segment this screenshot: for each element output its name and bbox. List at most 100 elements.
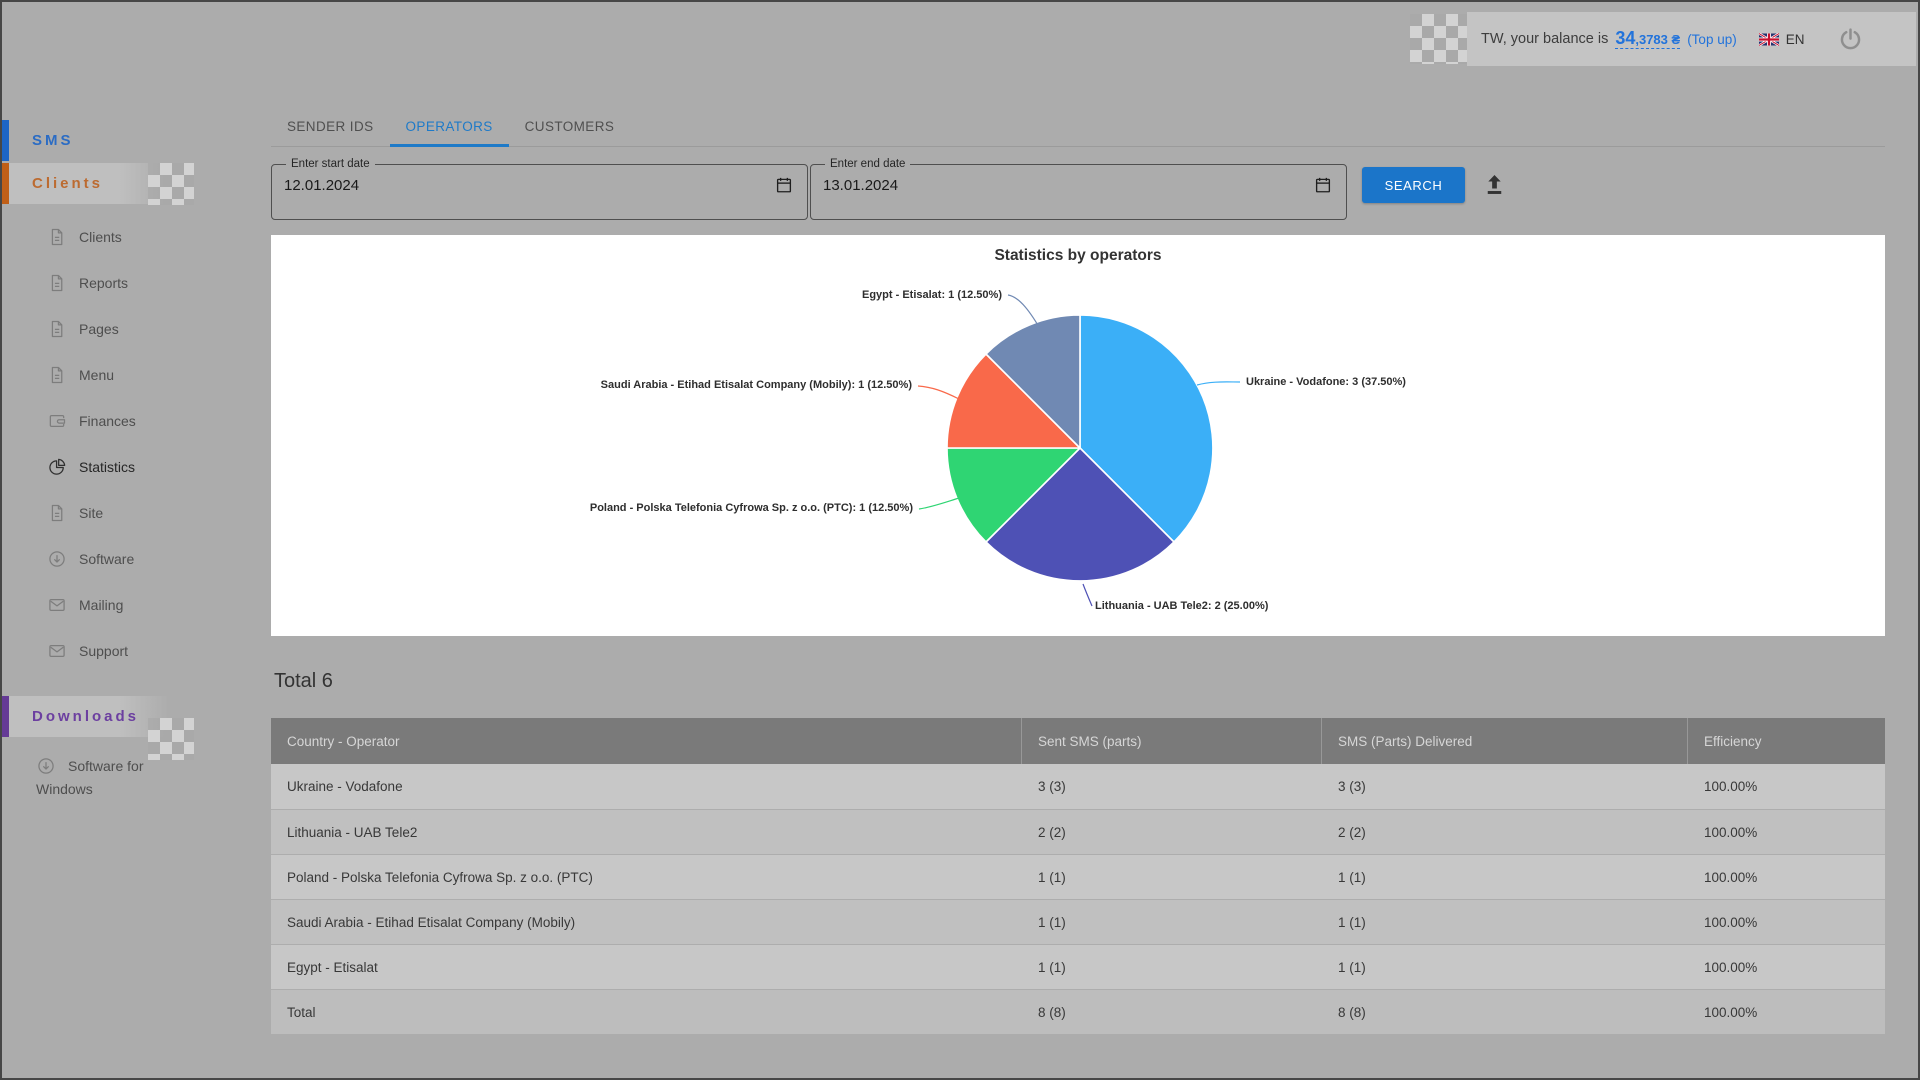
- cell-sent: 1 (1): [1022, 945, 1322, 989]
- sidebar-section-sms[interactable]: SMS: [2, 120, 271, 161]
- envelope-icon: [47, 641, 67, 661]
- start-date-label: Enter start date: [286, 158, 375, 170]
- cell-delivered: 2 (2): [1322, 810, 1688, 854]
- leader-line-ukraine: [1197, 382, 1240, 385]
- pie-label-lithuania: Lithuania - UAB Tele2: 2 (25.00%): [1095, 600, 1268, 612]
- pie-chart-icon: [47, 457, 67, 477]
- tab-operators[interactable]: OPERATORS: [390, 110, 509, 147]
- calendar-icon[interactable]: [775, 176, 793, 194]
- sidebar-item-label: Software: [79, 551, 134, 567]
- document-icon: [47, 227, 67, 247]
- tab-customers[interactable]: CUSTOMERS: [509, 110, 631, 147]
- section-indicator-bar: [2, 163, 9, 204]
- sidebar-item-statistics[interactable]: Statistics: [2, 444, 271, 490]
- cell-sent: 3 (3): [1022, 764, 1322, 809]
- operators-table: Country - Operator Sent SMS (parts) SMS …: [271, 718, 1885, 1034]
- sidebar-section-clients[interactable]: Clients: [2, 163, 271, 204]
- cell-delivered: 1 (1): [1322, 945, 1688, 989]
- column-header: SMS (Parts) Delivered: [1322, 718, 1688, 764]
- document-icon: [47, 319, 67, 339]
- filter-bar: Enter start date 12.01.2024 Enter end da…: [271, 158, 1885, 220]
- download-circle-icon: [36, 756, 56, 776]
- cell-operator: Saudi Arabia - Etihad Etisalat Company (…: [271, 900, 1022, 944]
- section-indicator-bar: [2, 120, 9, 161]
- language-switcher[interactable]: EN: [1759, 32, 1805, 47]
- start-date-field[interactable]: Enter start date 12.01.2024: [271, 158, 808, 220]
- total-count-heading: Total 6: [274, 670, 333, 693]
- table-row: Ukraine - Vodafone 3 (3) 3 (3) 100.00%: [271, 764, 1885, 809]
- pixelation-artifact: [148, 718, 194, 760]
- calendar-icon[interactable]: [1314, 176, 1332, 194]
- top-up-link[interactable]: (Top up): [1687, 32, 1737, 47]
- table-row: Egypt - Etisalat 1 (1) 1 (1) 100.00%: [271, 944, 1885, 989]
- cell-sent: 2 (2): [1022, 810, 1322, 854]
- column-header: Efficiency: [1688, 718, 1885, 764]
- cell-total-label: Total: [271, 990, 1022, 1034]
- sidebar-item-clients[interactable]: Clients: [2, 214, 271, 260]
- table-row: Saudi Arabia - Etihad Etisalat Company (…: [271, 899, 1885, 944]
- sidebar-item-menu[interactable]: Menu: [2, 352, 271, 398]
- cell-efficiency: 100.00%: [1688, 945, 1885, 989]
- sidebar: SMS Clients Clients Reports Pages: [2, 120, 271, 801]
- sidebar-item-label: Support: [79, 643, 128, 659]
- sidebar-item-finances[interactable]: Finances: [2, 398, 271, 444]
- sidebar-item-site[interactable]: Site: [2, 490, 271, 536]
- sidebar-item-support[interactable]: Support: [2, 628, 271, 674]
- end-date-label: Enter end date: [825, 158, 910, 170]
- download-circle-icon: [47, 549, 67, 569]
- cell-efficiency: 100.00%: [1688, 900, 1885, 944]
- sidebar-item-label: Finances: [79, 413, 136, 429]
- sidebar-item-mailing[interactable]: Mailing: [2, 582, 271, 628]
- table-header-row: Country - Operator Sent SMS (parts) SMS …: [271, 718, 1885, 764]
- cell-delivered: 1 (1): [1322, 855, 1688, 899]
- tab-sender-ids[interactable]: SENDER IDS: [271, 110, 390, 147]
- envelope-icon: [47, 595, 67, 615]
- pie-label-saudi: Saudi Arabia - Etihad Etisalat Company (…: [271, 379, 912, 391]
- start-date-value: 12.01.2024: [284, 177, 359, 194]
- sidebar-item-reports[interactable]: Reports: [2, 260, 271, 306]
- document-icon: [47, 365, 67, 385]
- section-indicator-bar: [2, 696, 9, 737]
- pie-label-ukraine: Ukraine - Vodafone: 3 (37.50%): [1246, 376, 1406, 388]
- pixelation-artifact: [148, 163, 194, 205]
- balance-amount-link[interactable]: 34,3783 ₴: [1615, 29, 1680, 50]
- section-label: Clients: [32, 175, 103, 192]
- leader-line-poland: [919, 498, 959, 509]
- sidebar-item-software-for-windows[interactable]: Software for Windows: [2, 755, 192, 801]
- section-label: Downloads: [32, 708, 139, 725]
- end-date-field[interactable]: Enter end date 13.01.2024: [810, 158, 1347, 220]
- section-label: SMS: [32, 132, 74, 149]
- sidebar-item-pages[interactable]: Pages: [2, 306, 271, 352]
- cell-delivered: 3 (3): [1322, 764, 1688, 809]
- upload-icon[interactable]: [1481, 171, 1508, 198]
- sidebar-item-label: Clients: [79, 229, 122, 245]
- topbar: TW, your balance is 34,3783 ₴ (Top up) E…: [1467, 12, 1916, 66]
- sidebar-item-software[interactable]: Software: [2, 536, 271, 582]
- language-label: EN: [1786, 32, 1805, 47]
- tab-bar: SENDER IDS OPERATORS CUSTOMERS: [271, 110, 1885, 147]
- pixelation-artifact: [1410, 14, 1468, 64]
- search-button[interactable]: SEARCH: [1362, 167, 1465, 203]
- pie-label-poland: Poland - Polska Telefonia Cyfrowa Sp. z …: [271, 502, 913, 514]
- cell-total-sent: 8 (8): [1022, 990, 1322, 1034]
- sidebar-item-label: Site: [79, 505, 103, 521]
- cell-efficiency: 100.00%: [1688, 810, 1885, 854]
- sidebar-item-label: Mailing: [79, 597, 123, 613]
- app-window: TW, your balance is 34,3783 ₴ (Top up) E…: [0, 0, 1920, 1080]
- leader-line-lithuania: [1083, 584, 1092, 606]
- cell-operator: Poland - Polska Telefonia Cyfrowa Sp. z …: [271, 855, 1022, 899]
- cell-total-efficiency: 100.00%: [1688, 990, 1885, 1034]
- cell-sent: 1 (1): [1022, 900, 1322, 944]
- sidebar-items: Clients Reports Pages Menu Finan: [2, 214, 271, 674]
- table-row: Lithuania - UAB Tele2 2 (2) 2 (2) 100.00…: [271, 809, 1885, 854]
- table-footer-row: Total 8 (8) 8 (8) 100.00%: [271, 989, 1885, 1034]
- document-icon: [47, 273, 67, 293]
- column-header: Country - Operator: [271, 718, 1022, 764]
- cell-efficiency: 100.00%: [1688, 855, 1885, 899]
- sidebar-section-downloads[interactable]: Downloads: [2, 696, 271, 737]
- document-icon: [47, 503, 67, 523]
- power-icon[interactable]: [1837, 26, 1864, 53]
- sidebar-item-label: Pages: [79, 321, 119, 337]
- cell-efficiency: 100.00%: [1688, 764, 1885, 809]
- chart-panel: Statistics by operators Ukraine - Vodafo…: [271, 235, 1885, 636]
